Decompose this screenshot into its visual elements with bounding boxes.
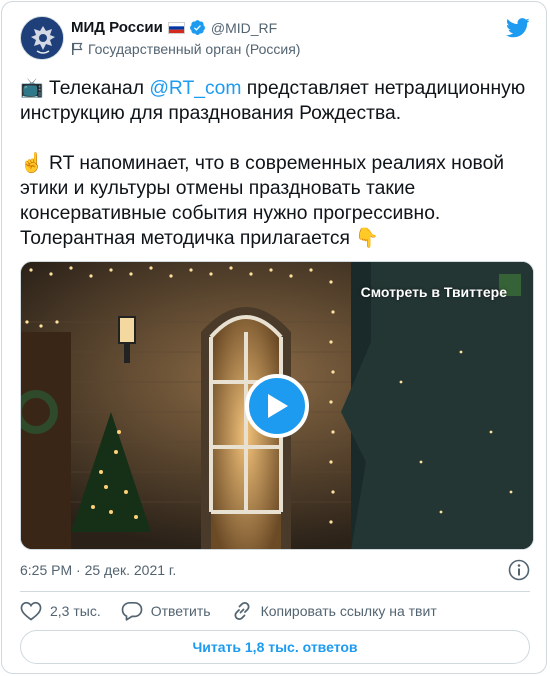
russia-flag-icon <box>167 21 185 34</box>
copy-link-label: Копировать ссылку на твит <box>260 603 437 619</box>
tweet-paragraph-1: 📺 Телеканал @RT_com представляет нетради… <box>20 76 536 126</box>
link-icon <box>234 601 250 621</box>
author-name-line: МИД России @MID_RF <box>71 19 277 36</box>
like-count: 2,3 тыс. <box>50 603 101 619</box>
play-button[interactable] <box>245 374 309 438</box>
point-down-emoji-icon: 👇 <box>355 228 379 249</box>
author-display-name[interactable]: МИД России <box>71 19 163 36</box>
watch-on-twitter-label[interactable]: Смотреть в Твиттере <box>361 284 507 300</box>
heart-icon <box>20 601 42 621</box>
tweet-text: 📺 Телеканал @RT_com представляет нетради… <box>20 76 536 276</box>
tweet-card: МИД России @MID_RF Государственный орган… <box>1 1 547 674</box>
play-icon <box>268 394 288 418</box>
tweet-paragraph-2: ☝️ RT напоминает, что в современных реал… <box>20 151 536 251</box>
reply-label: Ответить <box>150 603 211 619</box>
tv-emoji-icon: 📺 <box>20 78 44 99</box>
tweet-timestamp[interactable]: 6:25 PM · 25 дек. 2021 г. <box>20 562 176 578</box>
info-icon[interactable] <box>508 559 530 581</box>
twitter-bird-icon[interactable] <box>506 18 530 38</box>
tweet-text-segment: RT напоминает, что в современных реалиях… <box>20 153 505 249</box>
point-up-emoji-icon: ☝️ <box>20 153 44 174</box>
reply-icon <box>121 601 143 621</box>
verified-badge-icon <box>189 20 205 35</box>
avatar[interactable] <box>20 16 64 60</box>
government-label-text: Государственный орган (Россия) <box>88 41 301 57</box>
government-label: Государственный орган (Россия) <box>71 41 300 57</box>
video-thumbnail[interactable]: Смотреть в Твиттере <box>20 261 534 550</box>
tweet-header: МИД России @MID_RF Государственный орган… <box>20 16 530 62</box>
author-handle[interactable]: @MID_RF <box>211 20 277 36</box>
copy-link-button[interactable]: Копировать ссылку на твит <box>231 600 437 622</box>
flag-icon <box>72 42 83 55</box>
read-replies-button[interactable]: Читать 1,8 тыс. ответов <box>20 630 530 664</box>
divider <box>20 591 530 592</box>
reply-button[interactable]: Ответить <box>121 601 211 621</box>
action-bar: 2,3 тыс. Ответить Копировать ссылку на т… <box>20 599 457 623</box>
like-button[interactable]: 2,3 тыс. <box>20 601 101 621</box>
mention-link[interactable]: @RT_com <box>149 78 241 99</box>
tweet-text-segment: Телеканал <box>43 78 150 99</box>
